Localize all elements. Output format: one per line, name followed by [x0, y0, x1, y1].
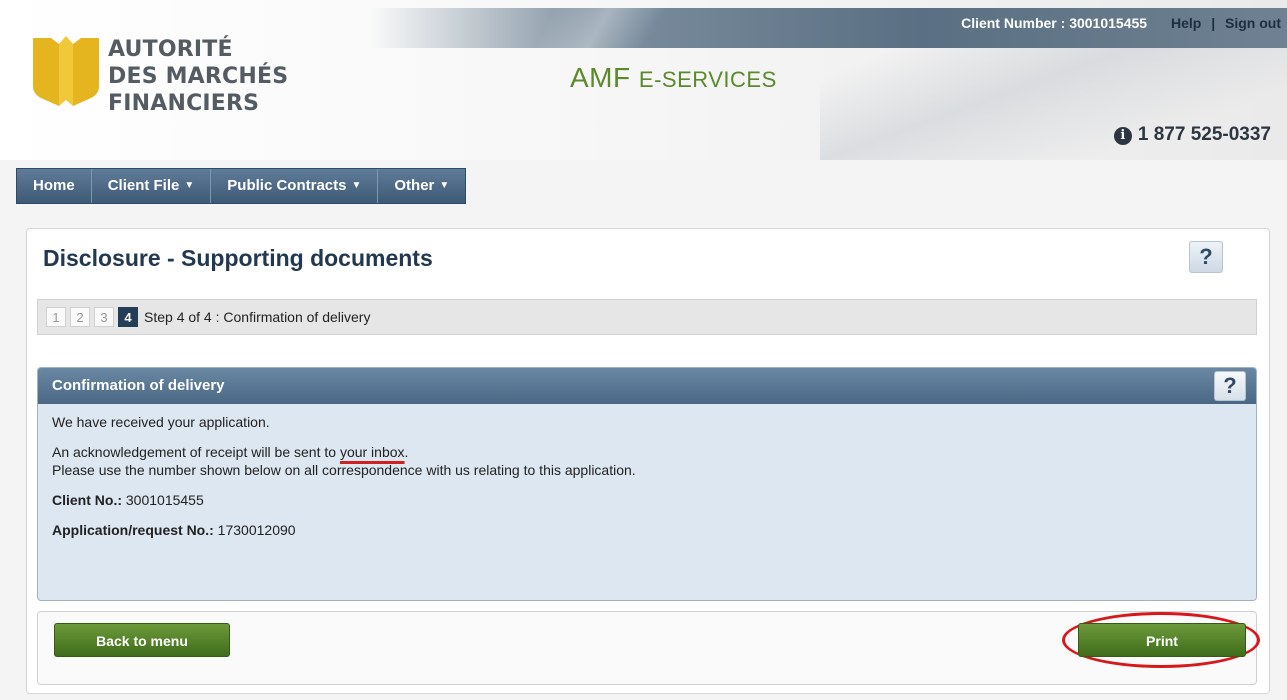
top-links: Client Number : 3001015455 Help | Sign o…	[957, 15, 1281, 31]
ack-prefix: An acknowledgement of receipt will be se…	[52, 444, 340, 460]
app-title-suffix: E-SERVICES	[638, 67, 777, 92]
sign-out-link[interactable]: Sign out	[1225, 15, 1281, 31]
application-number-label: Application/request No.:	[52, 522, 214, 538]
nav-label: Client File	[107, 177, 180, 194]
received-message: We have received your application.	[52, 414, 270, 430]
step-4-current: 4	[118, 307, 138, 327]
client-number-value: 3001015455	[122, 492, 204, 508]
inbox-link[interactable]: your inbox	[340, 444, 405, 460]
nav-other[interactable]: Other ▼	[378, 169, 465, 203]
nav-home[interactable]: Home	[17, 169, 92, 203]
link-separator: |	[1211, 15, 1216, 31]
org-name-line: FINANCIERS	[108, 91, 260, 116]
org-name-line: DES MARCHÉS	[108, 64, 289, 89]
step-indicator: 1 2 3 4 Step 4 of 4 : Confirmation of de…	[37, 299, 1257, 335]
step-3[interactable]: 3	[94, 307, 114, 327]
app-title: AMF E-SERVICES	[570, 62, 777, 94]
confirmation-panel: Confirmation of delivery ? We have recei…	[37, 367, 1257, 601]
caret-down-icon: ▼	[439, 180, 450, 191]
main-panel: Disclosure - Supporting documents ? 1 2 …	[26, 228, 1270, 694]
client-number-row: Client No.: 3001015455	[52, 492, 1242, 508]
acknowledgement-message: An acknowledgement of receipt will be se…	[52, 444, 1242, 460]
step-label: Step 4 of 4 : Confirmation of delivery	[144, 309, 371, 325]
main-nav: Home Client File ▼ Public Contracts ▼ Othe…	[16, 168, 467, 204]
step-1[interactable]: 1	[46, 307, 66, 327]
nav-label: Other	[394, 177, 435, 194]
caret-down-icon: ▼	[184, 180, 195, 191]
step-2[interactable]: 2	[70, 307, 90, 327]
print-button[interactable]: Print	[1078, 623, 1246, 657]
nav-label: Home	[33, 177, 75, 194]
info-icon: i	[1113, 127, 1132, 145]
help-link[interactable]: Help	[1171, 15, 1201, 31]
action-bar: Back to menu Print	[37, 611, 1260, 685]
organization-name: AUTORITÉ DES MARCHÉS FINANCIERS	[108, 36, 288, 117]
client-number-label: Client Number : 3001015455	[961, 15, 1148, 31]
nav-label: Public Contracts	[227, 177, 347, 194]
application-number-value: 1730012090	[213, 522, 296, 538]
correspondence-note: Please use the number shown below on all…	[52, 462, 636, 478]
ack-suffix: .	[404, 444, 409, 460]
page-title: Disclosure - Supporting documents	[43, 245, 433, 271]
caret-down-icon: ▼	[351, 180, 362, 191]
amf-logo-icon	[33, 36, 99, 106]
nav-client-file[interactable]: Client File ▼	[92, 169, 212, 203]
back-to-menu-button[interactable]: Back to menu	[54, 623, 230, 657]
nav-public-contracts[interactable]: Public Contracts ▼	[211, 169, 379, 203]
app-title-main: AMF	[570, 62, 639, 93]
confirmation-header-title: Confirmation of delivery	[52, 377, 225, 394]
confirmation-body: We have received your application. An ac…	[38, 404, 1256, 562]
site-header: AUTORITÉ DES MARCHÉS FINANCIERS AMF E-SE…	[0, 0, 1287, 160]
phone-number: i 1 877 525-0337	[1113, 124, 1271, 146]
application-number-row: Application/request No.: 1730012090	[52, 522, 1242, 538]
phone-number-text: 1 877 525-0337	[1137, 124, 1271, 145]
confirmation-header: Confirmation of delivery ?	[38, 368, 1256, 404]
client-number-field-label: Client No.:	[52, 492, 122, 508]
section-help-button[interactable]: ?	[1214, 371, 1246, 401]
page-help-button[interactable]: ?	[1189, 241, 1223, 273]
org-name-line: AUTORITÉ	[108, 37, 233, 62]
